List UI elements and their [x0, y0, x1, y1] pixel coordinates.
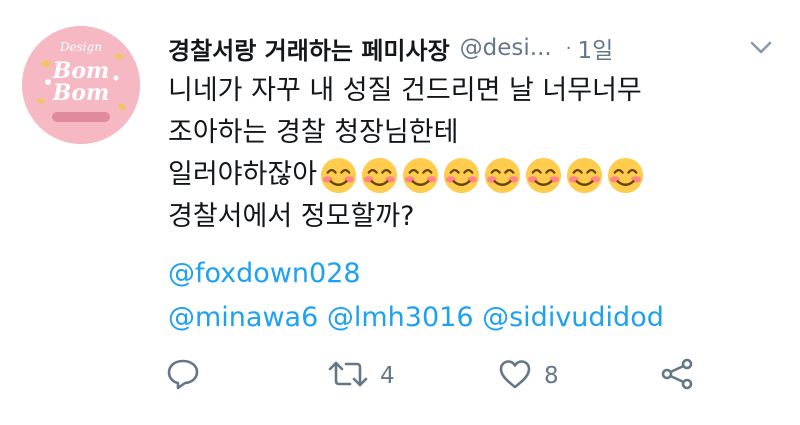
- like-button[interactable]: 8: [498, 359, 559, 393]
- tweet-line: 일러야하잖아: [168, 159, 318, 190]
- separator-dot: ·: [565, 37, 572, 59]
- smiling-face-emoji-icon: [524, 156, 563, 195]
- logo-small-text: Design: [59, 40, 103, 54]
- tweet-line-with-emoji: 일러야하잖아: [168, 154, 768, 196]
- retweet-button[interactable]: 4: [328, 359, 395, 393]
- retweet-count: 4: [380, 363, 395, 389]
- smiling-face-emoji-icon: [360, 156, 399, 195]
- user-handle[interactable]: @desi...: [460, 35, 552, 61]
- tweet-actions: 4 8: [166, 356, 706, 396]
- tweet-header: 경찰서랑 거래하는 페미사장 @desi... · 1일: [168, 30, 774, 66]
- emoji-row: [319, 156, 645, 195]
- mentions: @foxdown028 @minawa6 @lmh3016 @sidivudid…: [168, 252, 768, 340]
- smiling-face-emoji-icon: [319, 156, 358, 195]
- mentions-line-1: @foxdown028: [168, 252, 768, 296]
- mention-link[interactable]: @lmh3016: [327, 302, 474, 333]
- tweet-line: 니네가 자꾸 내 성질 건드리면 날 너무너무: [168, 75, 642, 106]
- timestamp[interactable]: 1일: [577, 31, 613, 65]
- avatar[interactable]: Design Bom Bom: [22, 26, 140, 144]
- smiling-face-emoji-icon: [565, 156, 604, 195]
- tweet-line: 조아하는 경찰 청장님한테: [168, 117, 459, 148]
- mentions-line-2: @minawa6 @lmh3016 @sidivudidod: [168, 296, 768, 340]
- share-icon: [660, 358, 694, 394]
- smiling-face-emoji-icon: [483, 156, 522, 195]
- heart-icon: [498, 359, 532, 393]
- like-count: 8: [544, 363, 559, 389]
- smiling-face-emoji-icon: [606, 156, 645, 195]
- smiling-face-emoji-icon: [442, 156, 481, 195]
- mention-link[interactable]: @sidivudidod: [482, 302, 664, 333]
- logo-main-text-2: Bom: [52, 80, 110, 106]
- retweet-icon: [328, 359, 368, 393]
- reply-icon: [166, 358, 200, 394]
- smiling-face-emoji-icon: [401, 156, 440, 195]
- reply-button[interactable]: [166, 358, 200, 394]
- mention-link[interactable]: @minawa6: [168, 302, 318, 333]
- share-button[interactable]: [660, 358, 694, 394]
- tweet-line: 경찰서에서 정모할까?: [168, 201, 415, 232]
- display-name[interactable]: 경찰서랑 거래하는 페미사장: [168, 31, 450, 66]
- logo-main-text-1: Bom: [52, 58, 110, 84]
- tweet-text: 니네가 자꾸 내 성질 건드리면 날 너무너무 조아하는 경찰 청장님한테 일러…: [168, 70, 768, 340]
- chevron-down-icon[interactable]: [748, 35, 774, 61]
- mention-link[interactable]: @foxdown028: [168, 258, 361, 289]
